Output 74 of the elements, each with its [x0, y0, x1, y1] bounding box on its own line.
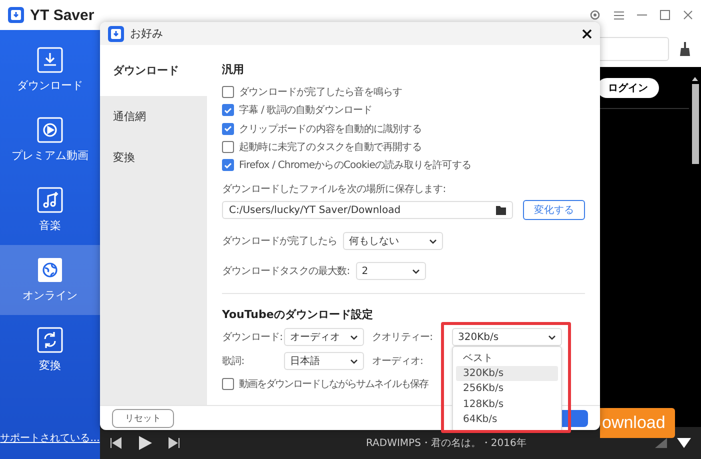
checkbox[interactable] [222, 86, 234, 98]
globe-icon [37, 257, 63, 283]
checkbox[interactable] [222, 141, 234, 154]
settings-tab[interactable]: 変換 [100, 137, 207, 178]
checkbox[interactable] [222, 104, 234, 116]
language-select[interactable]: 日本語 [284, 352, 364, 370]
quality-select[interactable]: 320Kb/s [452, 328, 562, 346]
menu-icon [614, 10, 624, 20]
field-label: ダウンロードが完了したら [222, 234, 338, 248]
reset-button[interactable]: リセット [112, 408, 174, 428]
app-logo-icon [8, 7, 24, 23]
app-title: YT Saver [30, 6, 94, 24]
field-label: ダウンロードタスクの最大数: [222, 264, 350, 278]
dialog-title: お好み [130, 26, 163, 41]
dropdown-option[interactable]: 256Kb/s [456, 381, 558, 396]
checkbox-label: クリップボードの内容を自動的に識別する [239, 122, 422, 136]
refresh-icon [37, 327, 63, 353]
caret-icon [350, 334, 358, 340]
dropdown-option[interactable]: 320Kb/s [456, 366, 558, 381]
broom-icon [679, 42, 691, 56]
check-icon [224, 125, 232, 132]
checkbox-label: ダウンロードが完了したら音を鳴らす [239, 86, 402, 100]
checkbox[interactable] [222, 122, 234, 135]
maximize-icon [660, 10, 670, 20]
check-icon [224, 106, 232, 114]
dropdown-option[interactable]: ベスト [456, 350, 558, 366]
action-select[interactable]: 何もしない [343, 232, 444, 250]
dropdown-option[interactable]: 64Kb/s [456, 412, 558, 428]
path-field[interactable]: C:/Users/lucky/YT Saver/Download [222, 201, 513, 220]
sidebar-item[interactable]: 音楽 [0, 175, 100, 245]
checkbox-label: Firefox / ChromeからのCookieの読み取りを許可する [239, 158, 471, 172]
play-icon [37, 117, 63, 143]
field-label: ダウンロードしたファイルを次の場所に保存します: [222, 182, 447, 196]
dropdown-option[interactable]: 128Kb/s [456, 396, 558, 412]
count-select[interactable]: 2 [356, 262, 426, 280]
checkbox-label: 字幕 / 歌詞の自動ダウンロード [239, 104, 372, 118]
next-icon [168, 437, 180, 449]
scroll-up-icon [692, 77, 698, 81]
checkbox-label: 動画をダウンロードしながらサムネイルも保存 [239, 378, 428, 391]
dropdown-triangle-icon [677, 438, 691, 448]
field-label: クオリティー: [372, 331, 434, 344]
settings-tab[interactable]: 通信網 [100, 96, 207, 137]
sidebar-item[interactable]: オンライン [0, 245, 100, 315]
download-icon [37, 47, 63, 73]
caret-icon [350, 358, 358, 364]
sidebar-item[interactable]: 変換 [0, 315, 100, 385]
field-label: 歌詞: [222, 354, 246, 368]
sidebar-item[interactable]: ダウンロード [0, 35, 100, 105]
checkbox-label: 起動時に未完了のタスクを自動で再開する [239, 140, 422, 154]
login-button[interactable]: ログイン [597, 78, 659, 98]
music-icon [37, 187, 63, 213]
section-heading: 汎用 [222, 62, 245, 77]
now-playing-text: RADWIMPS・君の名は。・2016年 [366, 437, 526, 450]
caret-icon [429, 238, 438, 244]
close-icon [582, 28, 592, 38]
caret-icon [412, 268, 420, 274]
settings-icon [589, 9, 601, 21]
checkbox[interactable] [222, 159, 234, 172]
format-select[interactable]: オーディオ [284, 328, 364, 346]
app-logo-icon [108, 26, 124, 42]
check-icon [224, 162, 232, 169]
field-label: オーディオ: [372, 355, 424, 368]
change-button[interactable]: 変化する [523, 200, 585, 220]
settings-tab[interactable]: ダウンロード [100, 45, 207, 96]
sidebar-item[interactable]: プレミアム動画 [0, 105, 100, 175]
section-heading: YouTubeのダウンロード設定 [222, 307, 374, 322]
previous-icon [110, 437, 122, 449]
caret-icon [548, 334, 556, 340]
close-icon [683, 10, 693, 20]
support-link[interactable]: サポートされている... [0, 431, 100, 445]
play-icon [138, 436, 152, 450]
field-label: ダウンロード: [222, 331, 284, 344]
folder-icon [496, 206, 506, 215]
checkbox[interactable] [222, 378, 234, 390]
